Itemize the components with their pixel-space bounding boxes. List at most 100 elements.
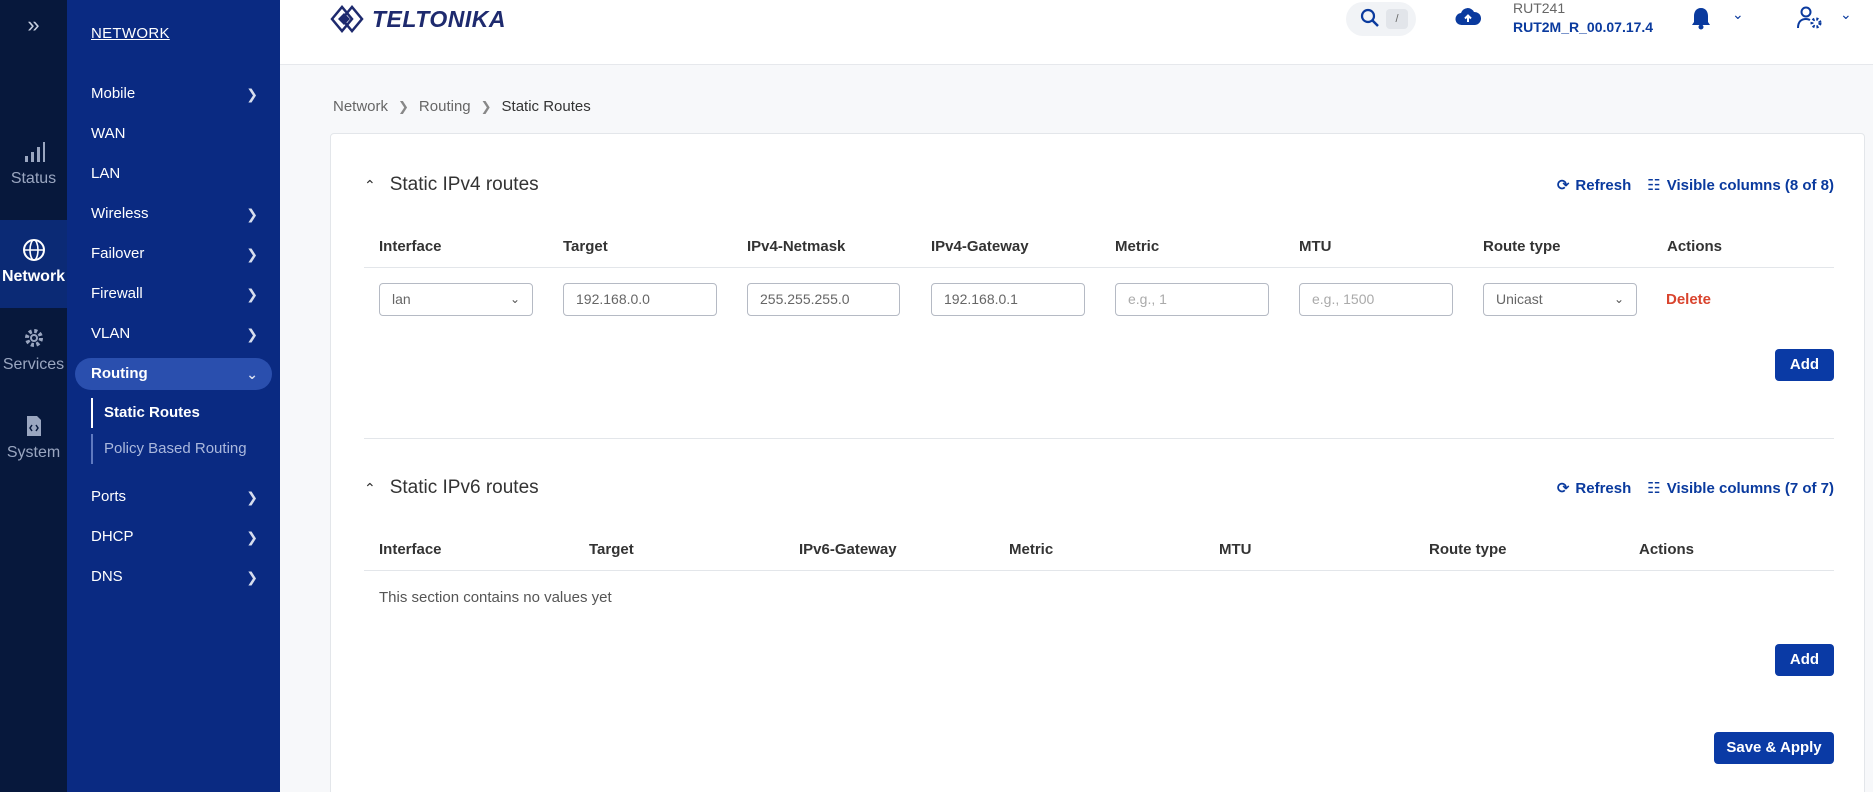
rail-item-status[interactable]: Status xyxy=(0,140,67,228)
nav-item-ports[interactable]: Ports ❯ xyxy=(75,481,272,513)
delete-button[interactable]: Delete xyxy=(1666,291,1711,308)
chevron-up-icon[interactable]: ⌃ xyxy=(364,480,376,497)
nav-heading[interactable]: NETWORK xyxy=(91,25,170,42)
breadcrumb: Network ❯ Routing ❯ Static Routes xyxy=(333,98,591,115)
nav-item-dns[interactable]: DNS ❯ xyxy=(75,561,272,593)
mtu-input[interactable]: e.g., 1500 xyxy=(1299,283,1453,316)
chevron-down-icon: ⌄ xyxy=(509,292,520,306)
nav-label: VLAN xyxy=(91,325,131,342)
ipv4-refresh-button[interactable]: ⟳ Refresh xyxy=(1557,176,1632,195)
globe-icon xyxy=(22,239,45,261)
chevron-right-icon: ❯ xyxy=(246,86,258,102)
col-route-type: Route type xyxy=(1483,238,1561,255)
nav-item-dhcp[interactable]: DHCP ❯ xyxy=(75,521,272,553)
cloud-upload-icon[interactable] xyxy=(1455,5,1481,31)
rail-item-services[interactable]: Services xyxy=(0,326,67,414)
interface-value: lan xyxy=(392,291,411,307)
ipv4-table-header: Interface Target IPv4-Netmask IPv4-Gatew… xyxy=(364,228,1834,268)
visible-columns-label: Visible columns (7 of 7) xyxy=(1666,479,1834,497)
netmask-input[interactable]: 255.255.255.0 xyxy=(747,283,900,316)
col-ipv4-gateway: IPv4-Gateway xyxy=(931,238,1029,255)
bell-icon[interactable] xyxy=(1690,6,1712,30)
expand-menu-icon[interactable]: » xyxy=(0,10,67,40)
nav-label: Firewall xyxy=(91,285,143,302)
rail-label: Status xyxy=(10,170,57,187)
chevron-down-icon: ⌄ xyxy=(246,366,258,382)
rail-label: Services xyxy=(2,356,65,373)
chevron-right-icon: ❯ xyxy=(246,489,258,505)
breadcrumb-network[interactable]: Network xyxy=(333,98,388,115)
col-interface: Interface xyxy=(379,238,442,255)
refresh-icon: ⟳ xyxy=(1556,480,1570,497)
col-metric: Metric xyxy=(1009,541,1054,558)
nav-item-mobile[interactable]: Mobile ❯ xyxy=(75,78,272,110)
icon-rail: » Status Network Services System xyxy=(0,0,67,792)
search-shortcut-key: / xyxy=(1386,9,1408,29)
chevron-right-icon: ❯ xyxy=(246,326,258,342)
chevron-down-icon[interactable]: ⌄ xyxy=(1732,6,1744,23)
rail-item-network[interactable]: Network xyxy=(0,220,67,308)
nav-label: Failover xyxy=(91,245,145,262)
ipv4-section-title: Static IPv4 routes xyxy=(389,174,539,195)
nav-item-wan[interactable]: WAN xyxy=(75,118,272,150)
nav-item-routing[interactable]: Routing ⌄ xyxy=(75,358,272,390)
breadcrumb-current: Static Routes xyxy=(501,98,591,115)
col-target: Target xyxy=(563,238,608,255)
user-settings-icon[interactable] xyxy=(1797,6,1823,30)
section-divider xyxy=(364,438,1834,439)
nav-item-wireless[interactable]: Wireless ❯ xyxy=(75,198,272,230)
nav-label: WAN xyxy=(91,125,126,142)
ipv6-visible-columns-button[interactable]: ☷ Visible columns (7 of 7) xyxy=(1647,479,1834,498)
interface-select[interactable]: lan ⌄ xyxy=(379,283,533,316)
refresh-label: Refresh xyxy=(1575,176,1632,194)
target-input[interactable]: 192.168.0.0 xyxy=(563,283,717,316)
ipv4-visible-columns-button[interactable]: ☷ Visible columns (8 of 8) xyxy=(1647,176,1834,195)
search-button[interactable]: / xyxy=(1346,2,1416,36)
nav-label: DNS xyxy=(91,568,123,585)
ipv4-add-button[interactable]: Add xyxy=(1775,349,1834,381)
logo-mark-icon xyxy=(330,5,364,33)
chevron-right-icon: ❯ xyxy=(246,529,258,545)
chevron-right-icon: ❯ xyxy=(246,286,258,302)
top-header: TELTONIKA / RUT241 RUT2M_R_00.07.17.4 ⌄ … xyxy=(280,0,1873,65)
chevron-right-icon: ❯ xyxy=(246,246,258,262)
nav-label: Wireless xyxy=(91,205,149,222)
nav-item-failover[interactable]: Failover ❯ xyxy=(75,238,272,270)
ipv6-table-header: Interface Target IPv6-Gateway Metric MTU… xyxy=(364,531,1834,571)
ipv6-section-header[interactable]: ⌃ Static IPv6 routes xyxy=(364,477,539,499)
ipv4-section-header[interactable]: ⌃ Static IPv4 routes xyxy=(364,174,539,196)
breadcrumb-separator-icon: ❯ xyxy=(480,98,492,114)
ipv6-refresh-button[interactable]: ⟳ Refresh xyxy=(1556,479,1632,498)
nav-sub-policy-based-routing[interactable]: Policy Based Routing xyxy=(91,434,266,464)
rail-label: Network xyxy=(1,268,66,285)
visible-columns-label: Visible columns (8 of 8) xyxy=(1666,176,1834,194)
nav-item-vlan[interactable]: VLAN ❯ xyxy=(75,318,272,350)
metric-input[interactable]: e.g., 1 xyxy=(1115,283,1269,316)
breadcrumb-routing[interactable]: Routing xyxy=(419,98,471,115)
static-routes-card: ⌃ Static IPv4 routes ⟳ Refresh ☷ Visible c… xyxy=(330,133,1865,792)
chevron-right-icon: ❯ xyxy=(246,569,258,585)
firmware-version-link[interactable]: RUT2M_R_00.07.17.4 xyxy=(1513,19,1653,35)
save-apply-button[interactable]: Save & Apply xyxy=(1714,732,1834,764)
ipv6-add-button[interactable]: Add xyxy=(1775,644,1834,676)
chevron-up-icon[interactable]: ⌃ xyxy=(364,177,376,194)
chevron-down-icon: ⌄ xyxy=(1613,292,1624,306)
nav-label: DHCP xyxy=(91,528,134,545)
refresh-label: Refresh xyxy=(1575,479,1632,497)
gear-icon xyxy=(24,329,43,347)
col-mtu: MTU xyxy=(1219,541,1252,558)
chevron-right-icon: ❯ xyxy=(246,206,258,222)
columns-icon: ☷ xyxy=(1647,177,1661,194)
nav-label: Routing xyxy=(91,365,148,382)
nav-item-firewall[interactable]: Firewall ❯ xyxy=(75,278,272,310)
system-file-icon xyxy=(26,416,41,436)
nav-item-lan[interactable]: LAN xyxy=(75,158,272,190)
route-type-select[interactable]: Unicast ⌄ xyxy=(1483,283,1637,316)
gateway-input[interactable]: 192.168.0.1 xyxy=(931,283,1085,316)
chevron-down-icon[interactable]: ⌄ xyxy=(1840,6,1852,23)
teltonika-logo[interactable]: TELTONIKA xyxy=(330,2,506,36)
nav-sub-static-routes[interactable]: Static Routes xyxy=(91,398,266,428)
network-nav: NETWORK Mobile ❯ WAN LAN Wireless ❯ Failov… xyxy=(67,0,280,792)
signal-bars-icon xyxy=(24,142,45,162)
rail-item-system[interactable]: System xyxy=(0,414,67,502)
